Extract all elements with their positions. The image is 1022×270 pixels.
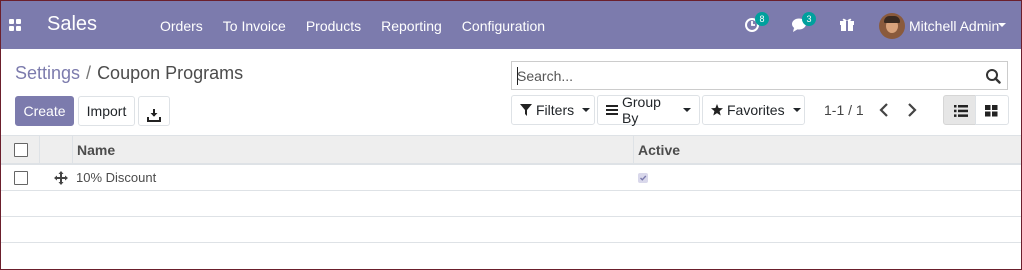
gift-icon[interactable]: [839, 16, 857, 34]
search-input[interactable]: [517, 64, 977, 87]
table-row-empty: [1, 191, 1021, 217]
list-view-button[interactable]: [943, 95, 977, 125]
table-row[interactable]: 10% Discount: [1, 165, 1021, 191]
select-all-checkbox[interactable]: [14, 143, 28, 157]
menu-item-reporting[interactable]: Reporting: [371, 1, 452, 49]
row-select-checkbox[interactable]: [14, 171, 28, 185]
filter-funnel-icon: [520, 104, 532, 116]
chevron-down-icon: [582, 108, 591, 112]
create-button[interactable]: Create: [15, 96, 74, 126]
column-header-name[interactable]: Name: [77, 136, 115, 164]
coupon-programs-table: Name Active 10% Discount: [1, 135, 1021, 243]
star-icon: [711, 104, 723, 116]
list-icon: [954, 104, 968, 120]
kanban-grid-icon: [985, 104, 998, 120]
favorites-dropdown-button[interactable]: Favorites: [702, 95, 805, 125]
messages-chat-icon[interactable]: 3: [791, 12, 816, 34]
activity-clock-icon[interactable]: 8: [744, 12, 769, 34]
top-navbar: Sales Orders To Invoice Products Reporti…: [1, 1, 1021, 49]
chevron-down-icon: [683, 108, 691, 112]
chevron-down-icon: [792, 108, 801, 112]
pager-previous-icon[interactable]: [877, 101, 893, 119]
activity-count-badge: 8: [755, 12, 769, 26]
app-window: Sales Orders To Invoice Products Reporti…: [0, 0, 1022, 270]
pager-next-icon[interactable]: [905, 101, 921, 119]
table-row-empty: [1, 217, 1021, 243]
breadcrumb: Settings / Coupon Programs: [15, 63, 243, 84]
download-button[interactable]: [138, 96, 170, 126]
text-cursor: [517, 67, 518, 85]
filters-label: Filters: [536, 102, 575, 118]
menu-item-to-invoice[interactable]: To Invoice: [213, 1, 296, 49]
user-menu-name[interactable]: Mitchell Admin: [909, 18, 999, 34]
favorites-label: Favorites: [727, 102, 785, 118]
download-icon: [147, 103, 161, 131]
menu-item-configuration[interactable]: Configuration: [452, 1, 555, 49]
group-by-label: Group By: [622, 94, 661, 126]
breadcrumb-settings-link[interactable]: Settings: [15, 63, 80, 83]
kanban-view-button[interactable]: [975, 95, 1009, 125]
search-icon[interactable]: [985, 68, 1001, 87]
drag-handle-icon[interactable]: [54, 171, 68, 188]
pager-value[interactable]: 1-1 / 1: [824, 102, 864, 118]
breadcrumb-current: Coupon Programs: [97, 63, 244, 83]
import-button[interactable]: Import: [78, 96, 135, 126]
active-checkbox: [638, 173, 648, 183]
column-header-active[interactable]: Active: [638, 136, 680, 164]
app-brand[interactable]: Sales: [47, 13, 97, 36]
messages-count-badge: 3: [802, 12, 816, 26]
user-menu-caret-icon[interactable]: [998, 23, 1006, 27]
breadcrumb-separator: /: [86, 63, 92, 83]
user-avatar[interactable]: [879, 13, 905, 39]
group-by-dropdown-button[interactable]: Group By: [597, 94, 700, 126]
table-header: Name Active: [1, 135, 1021, 165]
apps-menu-grid-icon[interactable]: [9, 19, 21, 31]
menu-item-products[interactable]: Products: [296, 1, 371, 49]
filters-dropdown-button[interactable]: Filters: [511, 95, 595, 125]
main-menu: Orders To Invoice Products Reporting Con…: [150, 1, 555, 49]
menu-item-orders[interactable]: Orders: [150, 1, 213, 49]
search-box: [511, 61, 1008, 90]
group-bars-icon: [606, 104, 618, 116]
row-name-cell: 10% Discount: [76, 170, 157, 185]
